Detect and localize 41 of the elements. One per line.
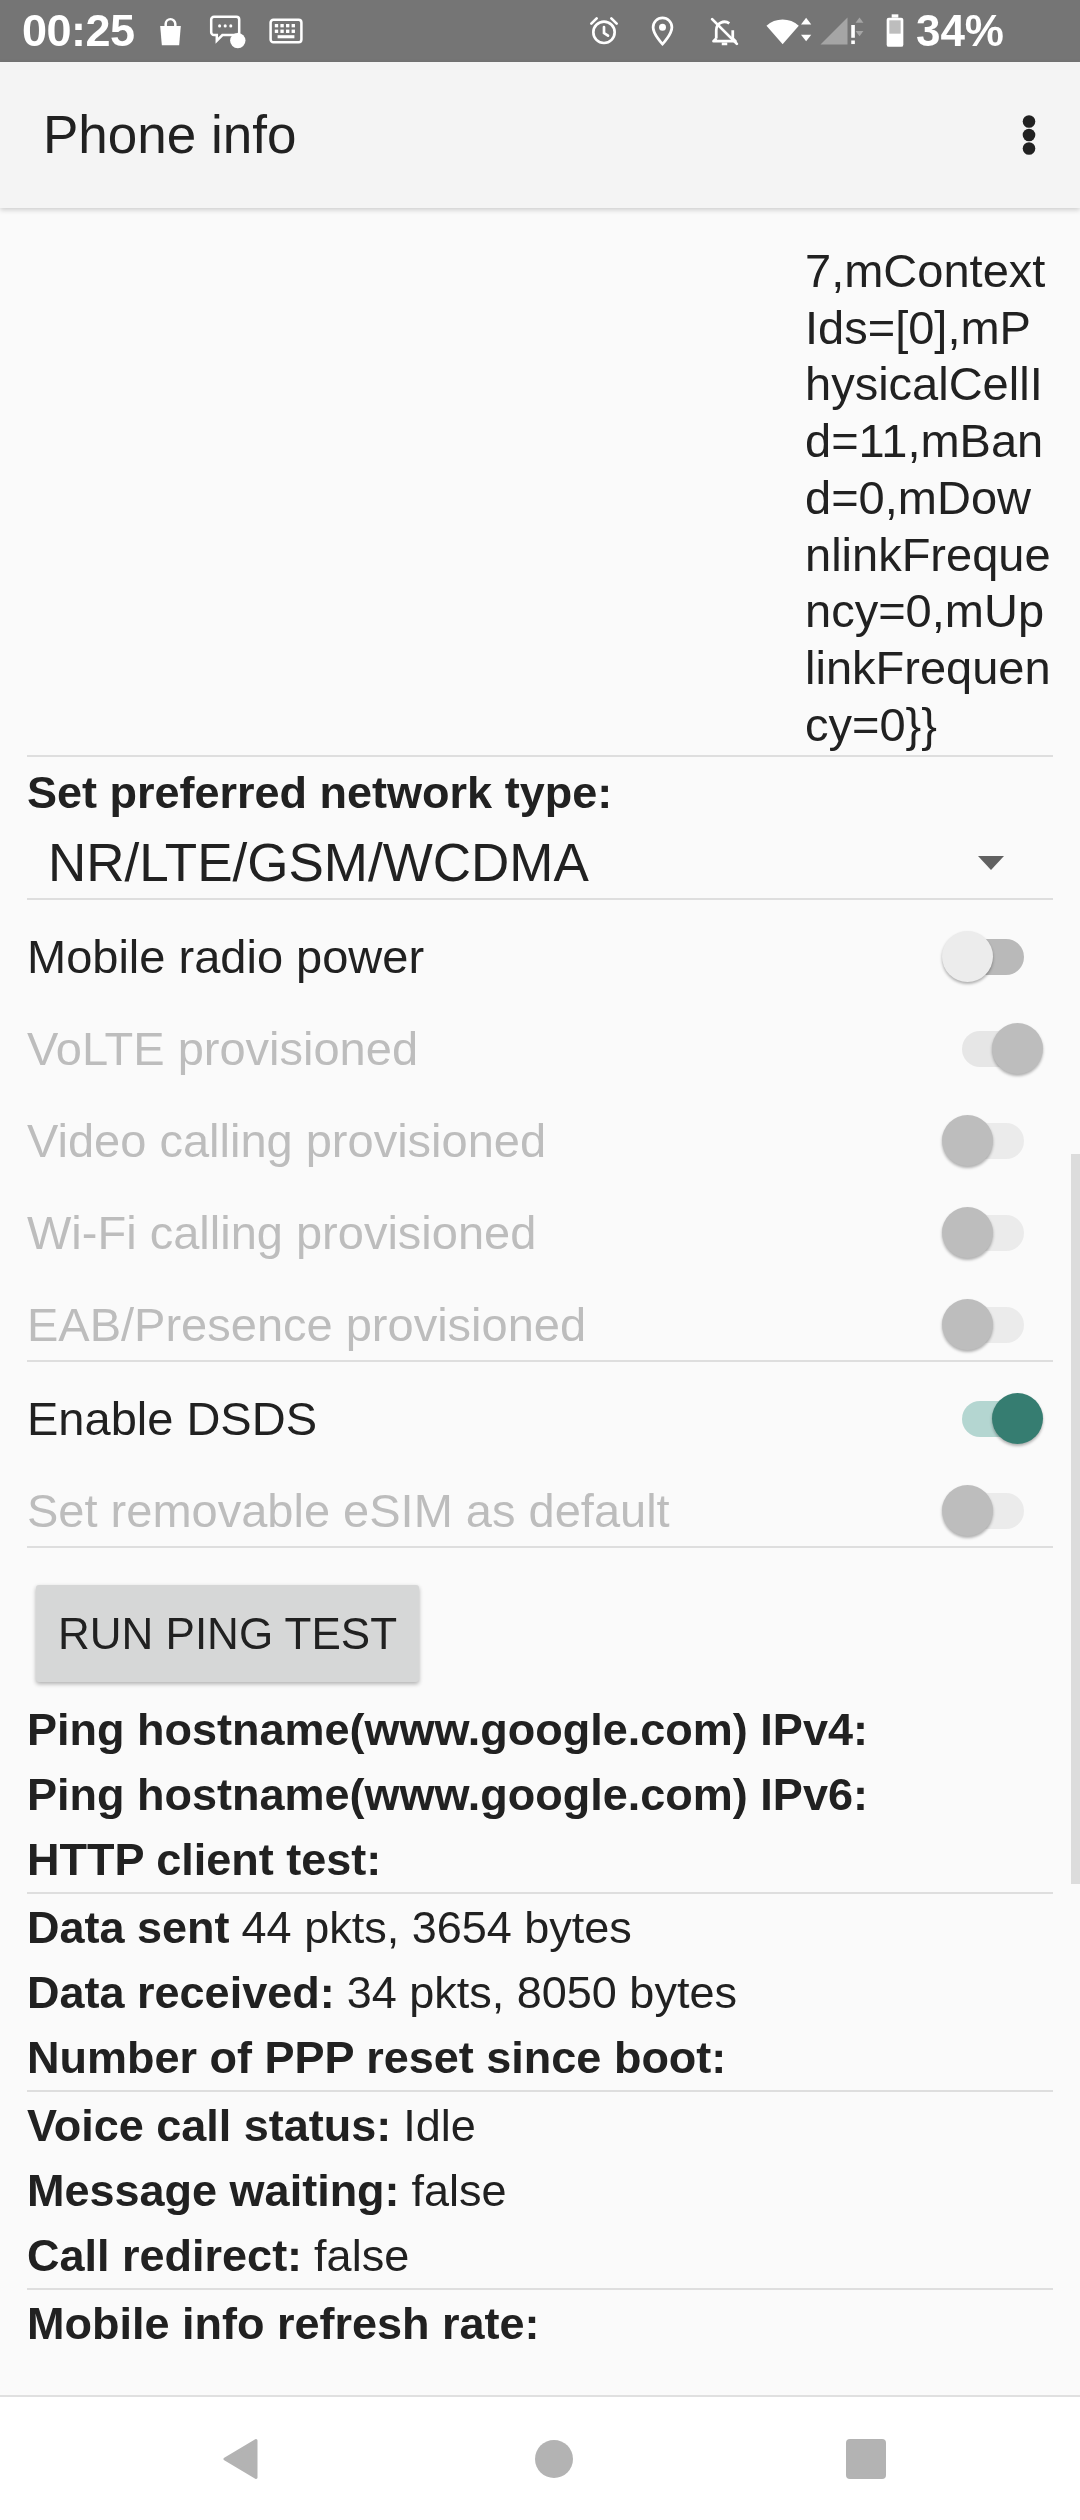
- info-value: 34 pkts, 8050 bytes: [346, 1966, 737, 2021]
- info-label: Ping hostname(www.google.com) IPv4:: [27, 1703, 868, 1758]
- switch-label: VoLTE provisioned: [27, 1021, 420, 1078]
- info-value: Idle: [403, 2099, 476, 2154]
- info-label: Number of PPP reset since boot:: [27, 2031, 727, 2086]
- info-value: false: [411, 2164, 507, 2219]
- battery-icon: [884, 14, 905, 48]
- info-label: HTTP client test:: [27, 1833, 382, 1888]
- battery-percentage: 34%: [915, 5, 1004, 57]
- switch-label: EAB/Presence provisioned: [27, 1297, 588, 1354]
- info-label: Voice call status:: [27, 2099, 392, 2154]
- dropdown-caret-icon: [978, 856, 1004, 871]
- switch-label: Video calling provisioned: [27, 1113, 548, 1170]
- home-icon[interactable]: [535, 2439, 573, 2478]
- network-type-dropdown[interactable]: NR/LTE/GSM/WCDMA: [27, 835, 1053, 892]
- setting-label: Set preferred network type:: [27, 766, 614, 821]
- signal-icon: [818, 16, 864, 46]
- ping-test-button[interactable]: RUN PING TEST: [36, 1585, 419, 1683]
- switch-label: Set removable eSIM as default: [27, 1483, 671, 1540]
- keyboard-icon: [268, 17, 303, 45]
- info-value: 44 pkts, 3654 bytes: [241, 1901, 632, 1956]
- chat-bubble-icon: [208, 13, 247, 49]
- info-label: Message waiting:: [27, 2164, 400, 2219]
- info-label: Data received:: [27, 1966, 335, 2021]
- info-value: false: [314, 2229, 410, 2284]
- recent-apps-icon[interactable]: [846, 2438, 886, 2479]
- switch-label: Wi-Fi calling provisioned: [27, 1205, 538, 1262]
- location-pin-icon: [649, 15, 675, 47]
- alarm-clock-icon: [587, 15, 620, 47]
- switch-label: Enable DSDS: [27, 1391, 318, 1448]
- info-label: Ping hostname(www.google.com) IPv6:: [27, 1768, 868, 1823]
- info-label: Mobile info refresh rate:: [27, 2297, 540, 2352]
- info-label: Data sent: [27, 1901, 230, 1956]
- info-label: Call redirect:: [27, 2229, 303, 2284]
- wifi-icon: [764, 16, 812, 46]
- status-time: 00:25: [22, 4, 135, 58]
- back-icon[interactable]: [221, 2436, 259, 2481]
- cell-info-text: 7,mContextIds=[0],mPhysicalCellId=11,mBand=0,mDownlinkFrequency=0,mUplinkFrequency=0}}: [805, 243, 1052, 753]
- app-title: Phone info: [43, 104, 298, 166]
- more-menu-icon[interactable]: [1022, 115, 1036, 155]
- switch-label: Mobile radio power: [27, 929, 426, 986]
